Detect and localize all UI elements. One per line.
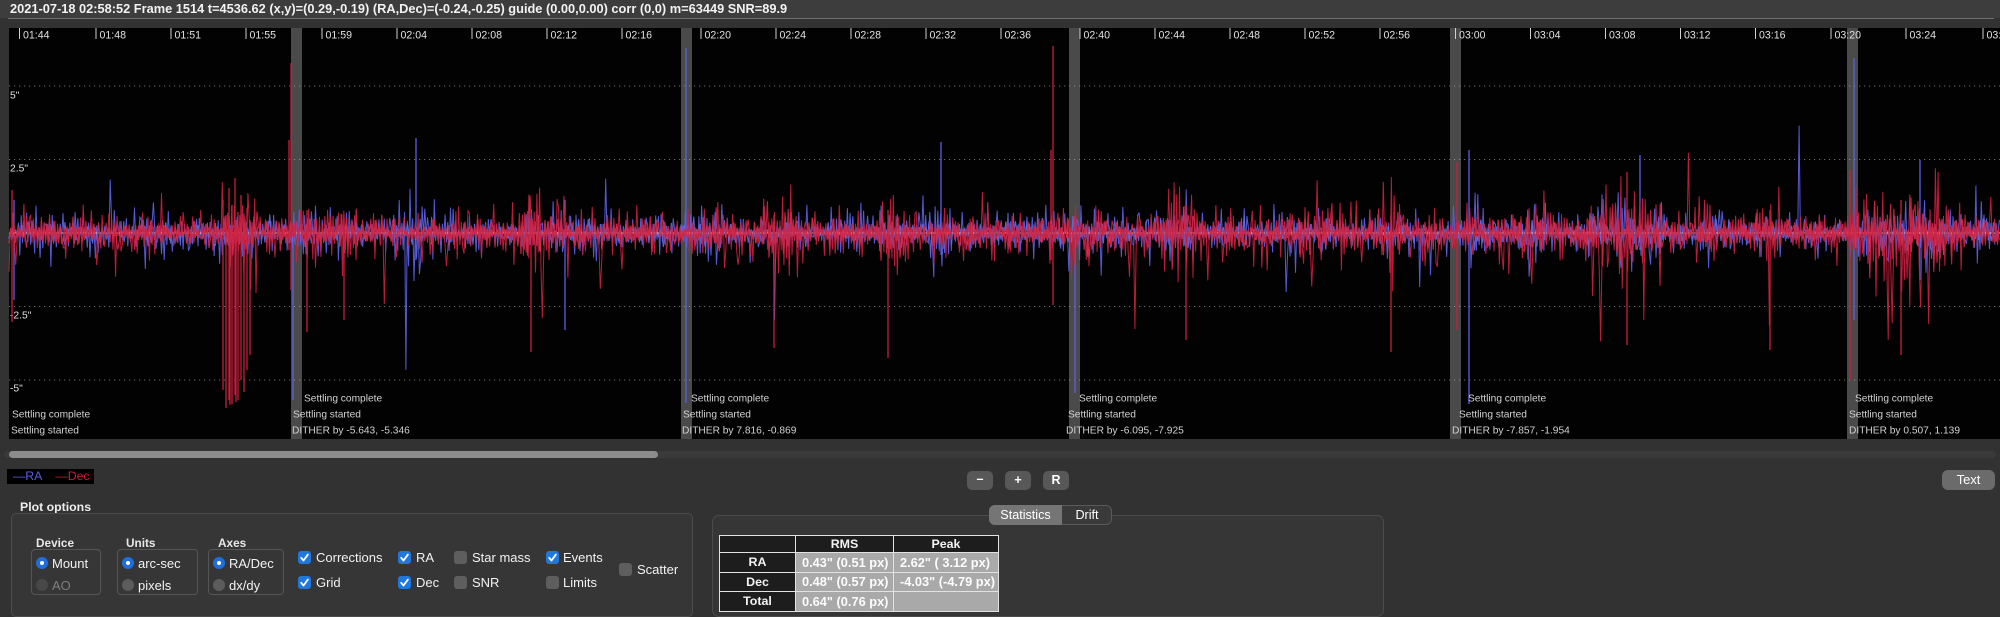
svg-text:02:52: 02:52 <box>1309 30 1336 42</box>
svg-text:03:08: 03:08 <box>1609 30 1636 42</box>
svg-text:Settling started: Settling started <box>1849 410 1917 421</box>
svg-text:03:16: 03:16 <box>1759 30 1786 42</box>
svg-text:03:04: 03:04 <box>1534 30 1561 42</box>
svg-text:02:12: 02:12 <box>551 30 578 42</box>
svg-text:-5": -5" <box>10 384 23 395</box>
svg-text:01:44: 01:44 <box>23 30 50 42</box>
svg-text:Settling started: Settling started <box>11 426 79 437</box>
svg-text:02:28: 02:28 <box>855 30 882 42</box>
svg-text:5": 5" <box>10 91 20 102</box>
svg-text:Settling complete: Settling complete <box>1855 394 1933 405</box>
svg-text:Settling started: Settling started <box>1068 410 1136 421</box>
svg-text:03:28: 03:28 <box>1987 30 2000 42</box>
svg-text:02:32: 02:32 <box>930 30 957 42</box>
svg-text:02:08: 02:08 <box>476 30 503 42</box>
svg-text:03:20: 03:20 <box>1835 30 1862 42</box>
svg-text:Settling complete: Settling complete <box>1468 394 1546 405</box>
svg-text:02:16: 02:16 <box>626 30 653 42</box>
svg-text:02:56: 02:56 <box>1384 30 1411 42</box>
svg-text:02:36: 02:36 <box>1005 30 1032 42</box>
svg-text:2.5": 2.5" <box>10 164 28 175</box>
svg-text:DITHER by -6.095, -7.925: DITHER by -6.095, -7.925 <box>1066 426 1184 437</box>
svg-text:02:24: 02:24 <box>780 30 807 42</box>
svg-text:01:48: 01:48 <box>100 30 127 42</box>
svg-text:02:44: 02:44 <box>1159 30 1186 42</box>
svg-text:02:20: 02:20 <box>705 30 732 42</box>
svg-text:03:24: 03:24 <box>1910 30 1937 42</box>
svg-text:02:48: 02:48 <box>1234 30 1261 42</box>
svg-text:DITHER by 0.507, 1.139: DITHER by 0.507, 1.139 <box>1849 426 1960 437</box>
svg-text:03:12: 03:12 <box>1684 30 1711 42</box>
svg-text:Settling started: Settling started <box>1459 410 1527 421</box>
svg-text:Settling complete: Settling complete <box>304 394 382 405</box>
svg-text:01:55: 01:55 <box>250 30 277 42</box>
svg-text:01:51: 01:51 <box>175 30 202 42</box>
svg-text:03:00: 03:00 <box>1459 30 1486 42</box>
svg-text:Settling complete: Settling complete <box>1079 394 1157 405</box>
svg-text:Settling complete: Settling complete <box>12 410 90 421</box>
svg-text:02:04: 02:04 <box>401 30 428 42</box>
svg-text:Settling started: Settling started <box>293 410 361 421</box>
svg-text:02:40: 02:40 <box>1084 30 1111 42</box>
svg-text:DITHER by 7.816, -0.869: DITHER by 7.816, -0.869 <box>682 426 797 437</box>
svg-text:Settling complete: Settling complete <box>691 394 769 405</box>
svg-text:Settling started: Settling started <box>683 410 751 421</box>
svg-text:DITHER by -5.643, -5.346: DITHER by -5.643, -5.346 <box>292 426 410 437</box>
svg-text:-2.5": -2.5" <box>10 311 32 322</box>
svg-text:DITHER by -7.857, -1.954: DITHER by -7.857, -1.954 <box>1452 426 1570 437</box>
svg-text:01:59: 01:59 <box>326 30 353 42</box>
